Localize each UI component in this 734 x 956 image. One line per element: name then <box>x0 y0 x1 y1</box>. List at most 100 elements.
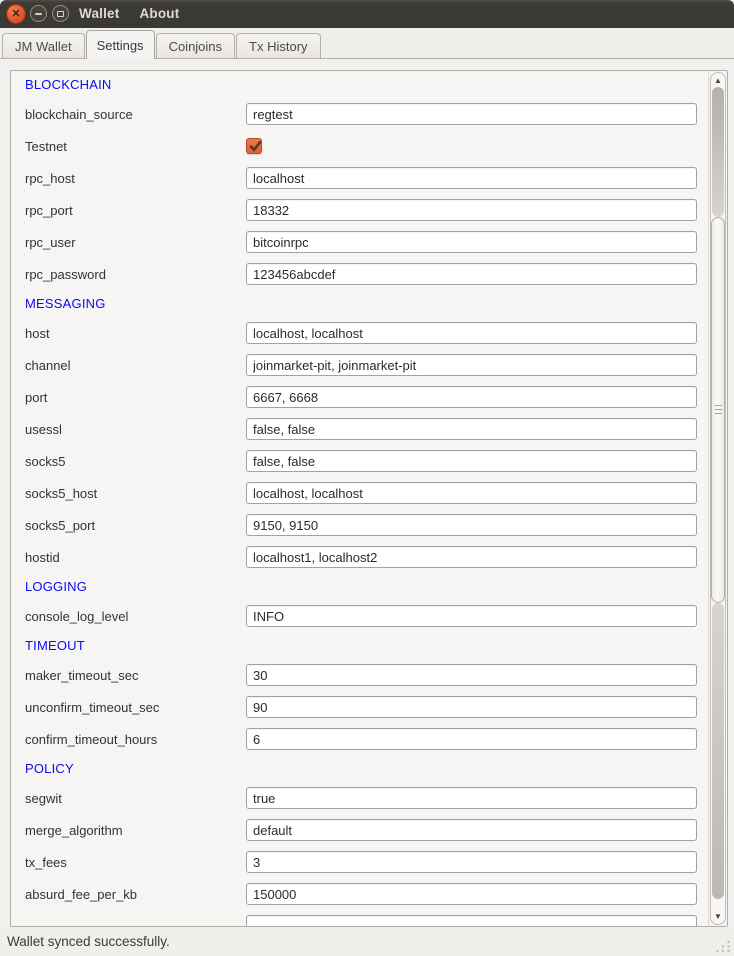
settings-row-merge-algorithm: merge_algorithm <box>11 814 708 846</box>
console-log-level-input[interactable] <box>246 605 697 627</box>
settings-row-blockchain-source: blockchain_source <box>11 98 708 130</box>
field-label: tx_fees <box>25 855 246 870</box>
tab-jm-wallet[interactable]: JM Wallet <box>2 33 85 58</box>
field-label: usessl <box>25 422 246 437</box>
settings-row-socks5-host: socks5_host <box>11 477 708 509</box>
scrollbar-trough-top[interactable] <box>712 87 724 217</box>
rpc-port-input[interactable] <box>246 199 697 221</box>
settings-row-host: host <box>11 317 708 349</box>
rpc-user-input[interactable] <box>246 231 697 253</box>
field-label: maker_timeout_sec <box>25 668 246 683</box>
maker-timeout-sec-input[interactable] <box>246 664 697 686</box>
field-label: socks5_port <box>25 518 246 533</box>
maximize-icon <box>57 11 64 17</box>
tab-coinjoins[interactable]: Coinjoins <box>156 33 235 58</box>
rpc-host-input[interactable] <box>246 167 697 189</box>
vertical-scrollbar[interactable]: ▲ ▼ <box>708 71 727 926</box>
field-label: absurd_fee_per_kb <box>25 887 246 902</box>
scrollbar-track[interactable]: ▲ ▼ <box>710 72 726 925</box>
settings-row-partial <box>11 910 708 927</box>
status-text: Wallet synced successfully. <box>7 929 170 956</box>
scrollbar-trough-bottom[interactable] <box>712 603 724 899</box>
field-label: blockchain_source <box>25 107 246 122</box>
field-label: hostid <box>25 550 246 565</box>
settings-row-maker-timeout-sec: maker_timeout_sec <box>11 659 708 691</box>
settings-row-usessl: usessl <box>11 413 708 445</box>
settings-row-socks5-port: socks5_port <box>11 509 708 541</box>
settings-row-rpc-user: rpc_user <box>11 226 708 258</box>
socks5-host-input[interactable] <box>246 482 697 504</box>
scrollbar-thumb[interactable] <box>711 217 725 603</box>
field-label: console_log_level <box>25 609 246 624</box>
channel-input[interactable] <box>246 354 697 376</box>
settings-form: BLOCKCHAIN blockchain_source Testnet rpc_ho… <box>11 71 708 927</box>
section-header-logging: LOGGING <box>11 573 708 600</box>
field-label: Testnet <box>25 139 246 154</box>
settings-row-confirm-timeout-hours: confirm_timeout_hours <box>11 723 708 755</box>
usessl-input[interactable] <box>246 418 697 440</box>
field-label: rpc_password <box>25 267 246 282</box>
settings-row-tx-fees: tx_fees <box>11 846 708 878</box>
field-label: confirm_timeout_hours <box>25 732 246 747</box>
settings-pane: BLOCKCHAIN blockchain_source Testnet rpc_ho… <box>0 59 734 956</box>
unconfirm-timeout-sec-input[interactable] <box>246 696 697 718</box>
close-button[interactable]: ✕ <box>6 4 26 24</box>
maximize-button[interactable] <box>52 5 69 22</box>
settings-row-hostid: hostid <box>11 541 708 573</box>
tab-bar: JM WalletSettingsCoinjoinsTx History <box>0 28 734 59</box>
settings-row-rpc-host: rpc_host <box>11 162 708 194</box>
field-label: host <box>25 326 246 341</box>
settings-row-testnet: Testnet <box>11 130 708 162</box>
merge-algorithm-input[interactable] <box>246 819 697 841</box>
tx-fees-input[interactable] <box>246 851 697 873</box>
minimize-button[interactable] <box>30 5 47 22</box>
section-header-timeout: TIMEOUT <box>11 632 708 659</box>
socks5-port-input[interactable] <box>246 514 697 536</box>
settings-row-console-log-level: console_log_level <box>11 600 708 632</box>
hostid-input[interactable] <box>246 546 697 568</box>
settings-row-unconfirm-timeout-sec: unconfirm_timeout_sec <box>11 691 708 723</box>
titlebar[interactable]: ✕ Wallet About <box>0 0 734 28</box>
settings-row-rpc-port: rpc_port <box>11 194 708 226</box>
section-header-policy: POLICY <box>11 755 708 782</box>
chevron-up-icon: ▲ <box>714 76 722 85</box>
blockchain-source-input[interactable] <box>246 103 697 125</box>
settings-row-port: port <box>11 381 708 413</box>
partial-input[interactable] <box>246 915 697 927</box>
host-input[interactable] <box>246 322 697 344</box>
settings-row-segwit: segwit <box>11 782 708 814</box>
field-label: unconfirm_timeout_sec <box>25 700 246 715</box>
settings-row-socks5: socks5 <box>11 445 708 477</box>
socks5-input[interactable] <box>246 450 697 472</box>
tabs: JM WalletSettingsCoinjoinsTx History <box>2 30 322 58</box>
absurd-fee-per-kb-input[interactable] <box>246 883 697 905</box>
field-label: socks5_host <box>25 486 246 501</box>
field-label: rpc_port <box>25 203 246 218</box>
resize-grip[interactable] <box>715 940 731 953</box>
menu-wallet[interactable]: Wallet <box>72 0 126 28</box>
joinmarket-wallet-window: ✕ Wallet About JM WalletSettingsCoinjoin… <box>0 0 734 956</box>
section-header-blockchain: BLOCKCHAIN <box>11 71 708 98</box>
testnet-checkbox[interactable] <box>246 138 262 154</box>
confirm-timeout-hours-input[interactable] <box>246 728 697 750</box>
segwit-input[interactable] <box>246 787 697 809</box>
field-label: merge_algorithm <box>25 823 246 838</box>
menubar: Wallet About <box>72 0 186 28</box>
field-label: segwit <box>25 791 246 806</box>
status-bar: Wallet synced successfully. <box>0 929 734 956</box>
tab-tx-history[interactable]: Tx History <box>236 33 321 58</box>
tab-settings[interactable]: Settings <box>86 30 155 59</box>
field-label: port <box>25 390 246 405</box>
scrollbar-up-button[interactable]: ▲ <box>711 74 725 87</box>
close-icon: ✕ <box>11 9 20 20</box>
settings-row-absurd-fee-per-kb: absurd_fee_per_kb <box>11 878 708 910</box>
settings-row-channel: channel <box>11 349 708 381</box>
field-label: socks5 <box>25 454 246 469</box>
menu-about[interactable]: About <box>132 0 186 28</box>
scrollbar-down-button[interactable]: ▼ <box>711 910 725 923</box>
settings-scroll-area: BLOCKCHAIN blockchain_source Testnet rpc_ho… <box>10 70 728 927</box>
port-input[interactable] <box>246 386 697 408</box>
section-header-messaging: MESSAGING <box>11 290 708 317</box>
field-label: rpc_user <box>25 235 246 250</box>
rpc-password-input[interactable] <box>246 263 697 285</box>
